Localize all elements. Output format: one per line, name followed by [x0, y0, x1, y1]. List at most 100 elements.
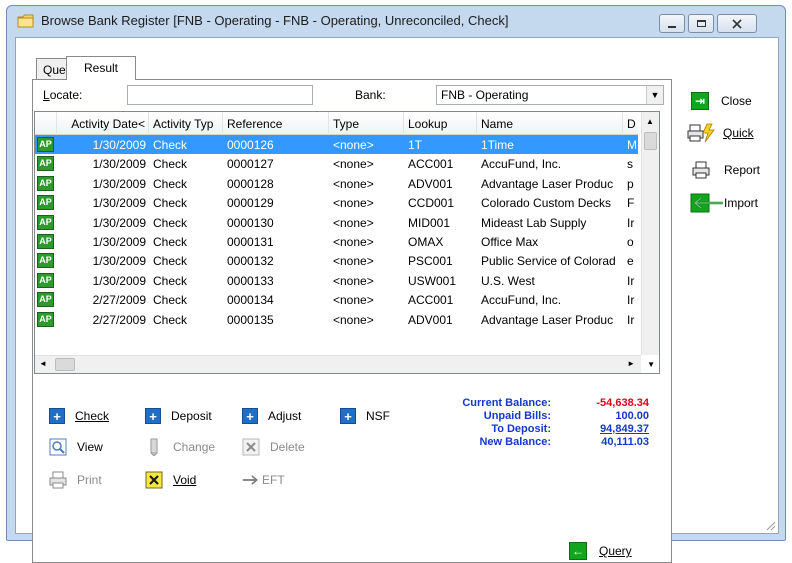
to-deposit-value[interactable]: 94,849.37	[569, 423, 649, 435]
table-row[interactable]: AP 1/30/2009 Check 0000133 <none> USW001…	[35, 271, 638, 290]
cell-activity: Check	[153, 254, 188, 269]
cell-activity: Check	[153, 176, 188, 191]
cell-reference: 0000134	[227, 293, 274, 308]
cell-lookup: ADV001	[408, 312, 453, 327]
header-activity-type[interactable]: Activity Typ	[149, 112, 223, 135]
cell-type: <none>	[333, 312, 374, 327]
register-grid[interactable]: Activity Date< Activity Typ Reference Ty…	[34, 111, 660, 374]
table-row[interactable]: AP 1/30/2009 Check 0000127 <none> ACC001…	[35, 154, 638, 173]
cell-reference: 0000127	[227, 157, 274, 172]
header-lookup[interactable]: Lookup	[404, 112, 477, 135]
deposit-button[interactable]: + Deposit	[145, 406, 212, 426]
nsf-button[interactable]: + NSF	[340, 406, 390, 426]
header-reference[interactable]: Reference	[223, 112, 329, 135]
scroll-down-icon[interactable]: ▼	[647, 360, 655, 369]
query-button-label: Query	[599, 544, 632, 558]
cell-type: <none>	[333, 235, 374, 249]
cell-activity: Check	[153, 196, 188, 211]
cell-date: 1/30/2009	[92, 157, 146, 172]
cell-d: e	[627, 254, 634, 269]
header-d[interactable]: D	[623, 112, 638, 135]
vertical-scroll-thumb[interactable]	[644, 132, 657, 150]
vertical-scrollbar[interactable]: ▲	[641, 112, 659, 355]
window-title: Browse Bank Register [FNB - Operating - …	[41, 13, 509, 28]
bank-select-value: FNB - Operating	[441, 88, 529, 102]
exit-icon: ⇥	[691, 92, 709, 110]
cell-reference: 0000133	[227, 273, 274, 288]
cell-date: 1/30/2009	[92, 196, 146, 211]
cell-d: M	[627, 138, 637, 152]
cell-type: <none>	[333, 176, 374, 191]
arrow-right-icon	[242, 475, 259, 485]
header-name[interactable]: Name	[477, 112, 623, 135]
result-panel: Locate: Bank: FNB - Operating ▼ Activity…	[32, 79, 672, 563]
maximize-button[interactable]	[688, 14, 714, 33]
new-balance-value: 40,111.03	[601, 436, 649, 448]
header-type[interactable]: Type	[329, 112, 404, 135]
change-button-label: Change	[173, 440, 216, 454]
table-row[interactable]: AP 1/30/2009 Check 0000126 <none> 1T 1Ti…	[35, 135, 638, 155]
current-balance-label: Current Balance:	[462, 397, 551, 409]
locate-input[interactable]	[127, 85, 313, 105]
table-row[interactable]: AP 2/27/2009 Check 0000134 <none> ACC001…	[35, 290, 638, 309]
cell-lookup: CCD001	[408, 196, 455, 211]
cell-activity: Check	[153, 293, 188, 308]
query-button[interactable]: ← Query	[569, 541, 632, 561]
cell-type: <none>	[333, 157, 374, 172]
to-deposit-label: To Deposit:	[491, 423, 551, 435]
bank-register-window: Browse Bank Register [FNB - Operating - …	[6, 5, 786, 563]
cell-lookup: ADV001	[408, 176, 453, 191]
scroll-right-icon[interactable]: ►	[627, 359, 635, 368]
title-bar: Browse Bank Register [FNB - Operating - …	[7, 6, 785, 38]
cell-lookup: ACC001	[408, 293, 454, 308]
close-button[interactable]: ⇥ Close	[691, 92, 752, 110]
table-row[interactable]: AP 1/30/2009 Check 0000132 <none> PSC001…	[35, 251, 638, 270]
cell-type: <none>	[333, 215, 374, 230]
print-button-label: Print	[77, 473, 102, 487]
bank-select[interactable]: FNB - Operating ▼	[436, 85, 664, 105]
header-activity-date[interactable]: Activity Date<	[57, 112, 149, 135]
view-button-label: View	[77, 440, 103, 454]
void-button[interactable]: Void	[145, 470, 196, 490]
report-button[interactable]: Report	[692, 161, 760, 179]
table-row[interactable]: AP 2/27/2009 Check 0000135 <none> ADV001…	[35, 310, 638, 329]
horizontal-scrollbar[interactable]: ◄ ►	[35, 355, 641, 373]
horizontal-scroll-thumb[interactable]	[55, 358, 75, 371]
quick-button[interactable]: Quick	[687, 123, 754, 143]
cell-reference: 0000132	[227, 254, 274, 269]
check-button[interactable]: + Check	[49, 406, 109, 426]
cell-type: <none>	[333, 196, 374, 211]
cell-name: Office Max	[481, 235, 539, 249]
table-row[interactable]: AP 1/30/2009 Check 0000130 <none> MID001…	[35, 213, 638, 232]
ap-badge-icon: AP	[37, 175, 54, 191]
scroll-left-icon[interactable]: ◄	[39, 359, 47, 368]
tab-result[interactable]: Result	[66, 56, 136, 80]
close-window-button[interactable]	[717, 14, 757, 33]
table-row[interactable]: AP 1/30/2009 Check 0000131 <none> OMAX O…	[35, 232, 638, 251]
adjust-button[interactable]: + Adjust	[242, 406, 301, 426]
view-button[interactable]: View	[49, 437, 103, 457]
quick-button-label: Quick	[723, 126, 754, 140]
arrow-left-icon: ←	[569, 542, 587, 560]
ap-badge-icon: AP	[37, 137, 54, 152]
pencil-icon	[150, 438, 158, 456]
print-button[interactable]: Print	[49, 470, 102, 490]
cell-name: AccuFund, Inc.	[481, 293, 562, 308]
minimize-button[interactable]	[659, 14, 685, 33]
table-row[interactable]: AP 1/30/2009 Check 0000128 <none> ADV001…	[35, 174, 638, 193]
cell-name: AccuFund, Inc.	[481, 157, 562, 172]
chevron-down-icon[interactable]: ▼	[646, 86, 663, 104]
table-row[interactable]: AP 1/30/2009 Check 0000129 <none> CCD001…	[35, 193, 638, 212]
magnifier-icon	[49, 438, 67, 456]
cell-name: U.S. West	[481, 273, 535, 288]
import-button[interactable]: Import	[690, 193, 758, 213]
resize-grip-icon[interactable]	[764, 519, 776, 531]
check-button-label: Check	[75, 409, 110, 423]
delete-button[interactable]: Delete	[242, 437, 305, 457]
cell-reference: 0000129	[227, 196, 274, 211]
change-button[interactable]: Change	[145, 437, 215, 457]
printer-icon	[49, 471, 67, 489]
cell-date: 1/30/2009	[92, 215, 146, 230]
scroll-up-icon[interactable]: ▲	[646, 117, 654, 126]
eft-button[interactable]: EFT	[242, 470, 285, 490]
